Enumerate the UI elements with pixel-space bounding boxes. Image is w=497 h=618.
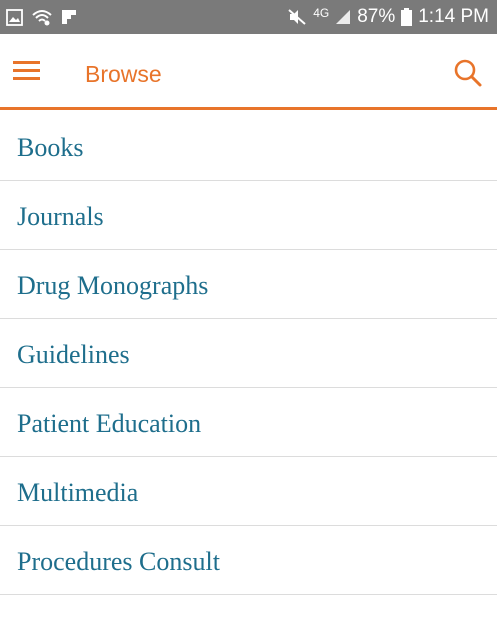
battery-icon	[401, 8, 413, 26]
browse-item-books[interactable]: Books	[0, 112, 497, 181]
browse-item-journals[interactable]: Journals	[0, 181, 497, 250]
flipboard-icon	[61, 9, 77, 25]
browse-item-guidelines[interactable]: Guidelines	[0, 319, 497, 388]
page-title: Browse	[85, 61, 162, 87]
browse-item-label: Drug Monographs	[17, 271, 209, 300]
status-right-icons: 4G 87% 1:14 PM	[287, 0, 489, 34]
browse-item-label: Patient Education	[17, 409, 202, 438]
search-icon[interactable]	[453, 58, 483, 88]
browse-item-label: Multimedia	[17, 478, 139, 507]
status-bar: 4G 87% 1:14 PM	[0, 0, 497, 34]
wifi-icon	[32, 9, 52, 26]
browse-item-label: Procedures Consult	[17, 547, 220, 576]
signal-icon	[335, 9, 351, 25]
status-left-icons	[6, 0, 77, 34]
browse-item-label: Books	[17, 133, 84, 162]
browse-item-label: Guidelines	[17, 340, 130, 369]
battery-percent: 87%	[357, 6, 396, 27]
hamburger-menu-icon[interactable]	[12, 60, 42, 84]
network-type-label: 4G	[313, 6, 330, 20]
mute-icon	[287, 8, 307, 26]
app-bar: Browse	[0, 34, 497, 110]
browse-item-patient-education[interactable]: Patient Education	[0, 388, 497, 457]
browse-item-procedures-consult[interactable]: Procedures Consult	[0, 526, 497, 595]
clock: 1:14 PM	[418, 6, 489, 27]
browse-item-multimedia[interactable]: Multimedia	[0, 457, 497, 526]
browse-list: Books Journals Drug Monographs Guideline…	[0, 112, 497, 595]
image-icon	[6, 8, 23, 26]
browse-item-drug-monographs[interactable]: Drug Monographs	[0, 250, 497, 319]
browse-item-label: Journals	[17, 202, 104, 231]
